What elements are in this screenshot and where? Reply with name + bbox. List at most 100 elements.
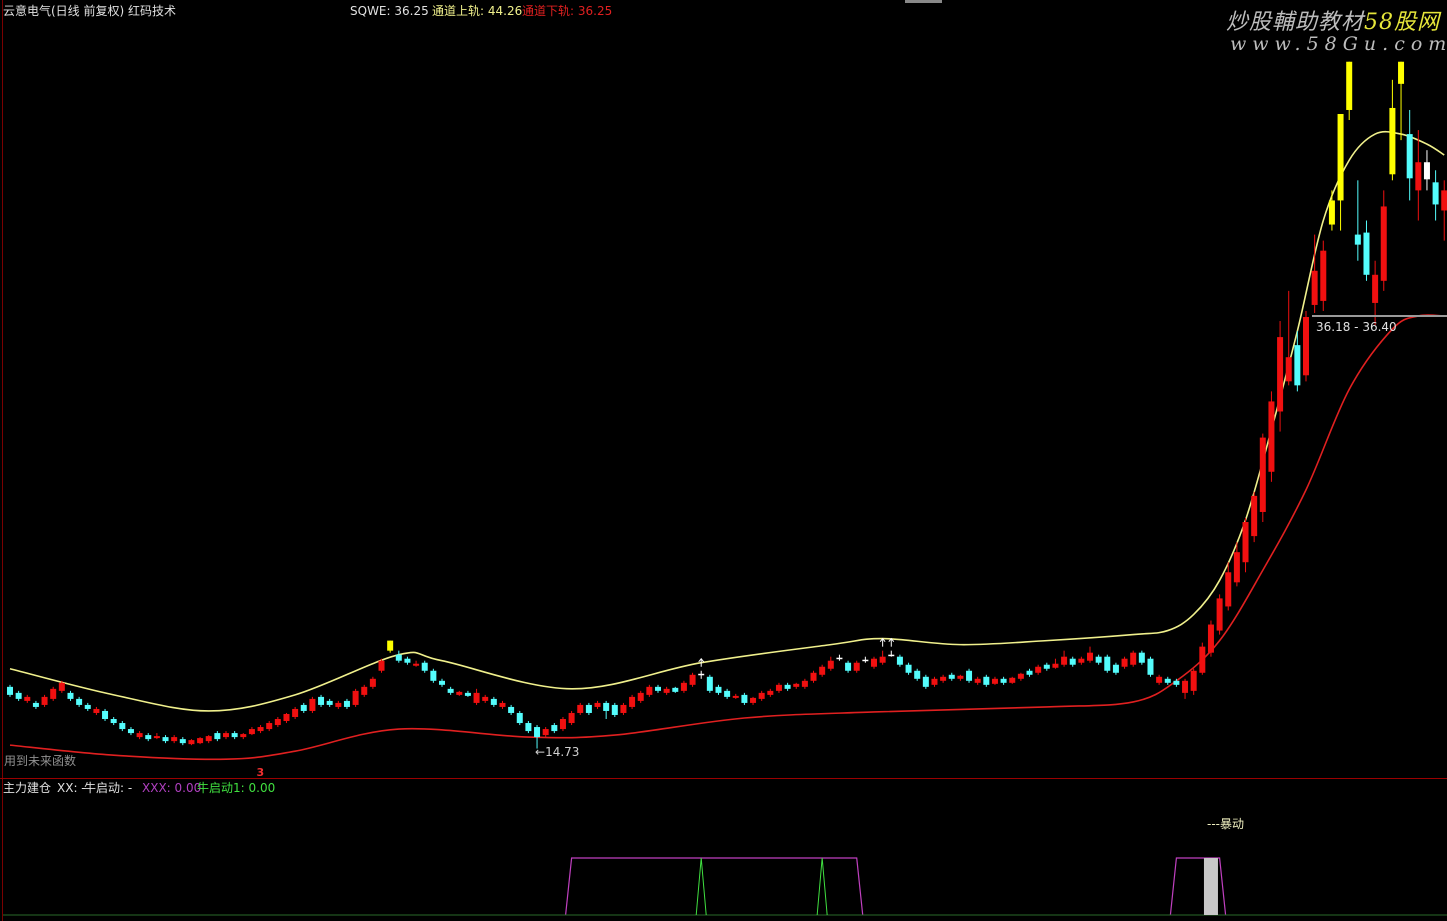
- candle-body: [957, 675, 964, 679]
- sub-niu-value: 牛启动: -: [84, 781, 133, 795]
- candle-body: [318, 696, 325, 705]
- candle-body: [991, 678, 998, 684]
- low-price-label: ←14.73: [535, 745, 580, 759]
- sub-indicator-name: 主力建仓: [3, 781, 52, 795]
- candle-body: [1138, 652, 1145, 663]
- candle-body: [162, 737, 169, 742]
- candle-body: [836, 657, 843, 660]
- candle-body: [801, 680, 808, 687]
- candle-body: [257, 727, 264, 732]
- candle-body: [1164, 678, 1171, 683]
- candle-body: [629, 696, 636, 707]
- candle-body: [1061, 656, 1068, 665]
- candle-body: [395, 654, 402, 661]
- candle-body: [153, 736, 160, 739]
- candle-body: [240, 734, 247, 738]
- candle-body: [404, 658, 411, 663]
- candle-body: [750, 697, 757, 703]
- candle-body: [1242, 522, 1249, 563]
- candle-body: [1104, 656, 1111, 671]
- candle-body: [1406, 134, 1413, 179]
- candle-body: [387, 640, 394, 651]
- marks: [698, 315, 1447, 667]
- candle-body: [223, 733, 229, 738]
- candle-body: [819, 666, 826, 675]
- candle-body: [214, 733, 221, 740]
- candle-body: [1285, 357, 1292, 382]
- candle-body: [499, 702, 506, 707]
- candle-body: [456, 691, 463, 695]
- candle-body: [1017, 673, 1024, 679]
- candle-body: [966, 670, 973, 681]
- candle-body: [542, 729, 549, 736]
- future-function-note: 用到未来函数: [4, 754, 77, 768]
- candle-body: [1251, 495, 1258, 537]
- candle-body: [1372, 274, 1379, 303]
- candle-body: [1225, 572, 1232, 607]
- candle-body: [534, 727, 541, 738]
- sub-niu1-value: 牛启动1: 0.00: [197, 781, 276, 795]
- candle-body: [680, 682, 687, 691]
- candle-body: [343, 700, 350, 707]
- candle-body: [758, 692, 765, 699]
- candle-body: [914, 670, 921, 679]
- candle-body: [948, 674, 955, 679]
- candle-body: [490, 698, 497, 705]
- candle-body: [1121, 658, 1128, 667]
- candle-body: [1000, 678, 1007, 683]
- candle-body: [136, 733, 143, 738]
- candle-body: [1380, 206, 1387, 281]
- candle-body: [1112, 664, 1119, 673]
- candle-body: [326, 700, 333, 705]
- candle-body: [862, 659, 869, 662]
- candle-body: [7, 686, 13, 695]
- candle-body: [1423, 162, 1430, 180]
- candle-body: [266, 723, 273, 730]
- candle-body: [1346, 61, 1353, 110]
- candle-body: [888, 654, 895, 657]
- candle-body: [1432, 182, 1439, 205]
- candle-body: [724, 690, 731, 697]
- candle-body: [1078, 658, 1085, 663]
- candle-body: [335, 702, 342, 707]
- candle-body: [810, 672, 817, 681]
- candle-body: [76, 698, 83, 705]
- candle-body: [706, 676, 713, 691]
- candle-body: [309, 698, 316, 711]
- candle-body: [594, 702, 601, 707]
- candle-body: [1207, 624, 1214, 653]
- candle-body: [197, 738, 204, 744]
- candle-body: [1337, 113, 1344, 201]
- candle-body: [58, 682, 65, 691]
- candle-body: [715, 686, 722, 693]
- candle-body: [853, 662, 860, 671]
- candle-body: [845, 662, 852, 671]
- candle-body: [611, 704, 618, 715]
- sub-xx-value: XX: -: [57, 781, 86, 795]
- candle-body: [672, 687, 679, 692]
- candle-body: [922, 676, 929, 687]
- candle-body: [1095, 656, 1102, 663]
- baodong-bar: [1203, 858, 1218, 915]
- candle-body: [41, 696, 48, 705]
- candles: [7, 61, 1447, 749]
- candle-body: [620, 704, 627, 713]
- candle-body: [1173, 680, 1180, 685]
- candle-body: [940, 676, 947, 681]
- candle-body: [1398, 61, 1405, 84]
- candle-body: [127, 729, 134, 734]
- candle-body: [1156, 676, 1163, 683]
- candle-body: [1328, 200, 1335, 225]
- candle-body: [179, 739, 186, 744]
- candle-body: [50, 688, 57, 699]
- candle-body: [369, 678, 376, 687]
- candle-body: [1415, 162, 1422, 191]
- candle-body: [171, 737, 178, 742]
- candle-body: [413, 663, 420, 666]
- candle-body: [1052, 663, 1059, 668]
- candle-body: [292, 708, 299, 717]
- candle-body: [525, 723, 532, 732]
- candle-body: [879, 656, 886, 663]
- candle-body: [32, 702, 39, 707]
- candle-body: [473, 692, 480, 703]
